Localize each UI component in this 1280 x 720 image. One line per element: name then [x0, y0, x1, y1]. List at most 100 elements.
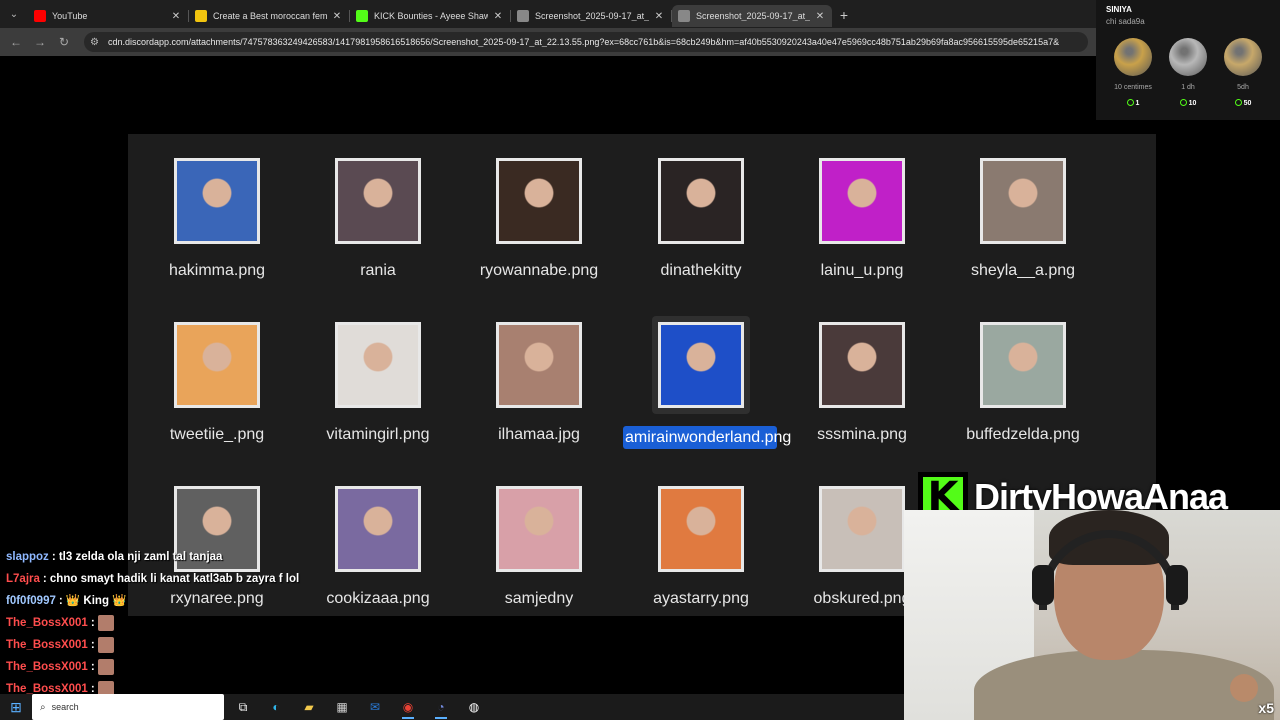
- globe-icon: [678, 10, 690, 22]
- file-thumbnail[interactable]: [819, 158, 905, 244]
- chrome-icon[interactable]: ◉: [394, 694, 422, 720]
- file-name[interactable]: buffedzelda.png: [943, 426, 1103, 444]
- file-thumbnail[interactable]: [496, 486, 582, 572]
- file-name[interactable]: ilhamaa.jpg: [459, 426, 619, 444]
- file-explorer-icon[interactable]: ▰: [295, 694, 323, 720]
- headset-right-ear: [1166, 565, 1188, 605]
- browser-tab[interactable]: KICK Bounties - Ayeee Shawty ✕: [350, 5, 510, 27]
- file-thumbnail[interactable]: [335, 322, 421, 408]
- file-thumbnail[interactable]: [658, 158, 744, 244]
- profile-photo: [177, 325, 257, 405]
- file-name[interactable]: tweetiie_.png: [137, 426, 297, 444]
- tab-title: Screenshot_2025-09-17_at_22.1: [696, 11, 810, 21]
- tab-title: YouTube: [52, 11, 88, 21]
- close-tab-icon[interactable]: ✕: [492, 11, 504, 22]
- file-thumbnail[interactable]: [819, 322, 905, 408]
- chat-emote-icon: [97, 615, 114, 631]
- profile-photo: [338, 325, 418, 405]
- coin-icon: [1169, 38, 1207, 76]
- chat-username[interactable]: slappoz: [6, 548, 49, 566]
- edge-icon[interactable]: ◐: [262, 694, 290, 720]
- file-thumbnail[interactable]: [174, 158, 260, 244]
- chat-username[interactable]: The_BossX001: [6, 636, 88, 654]
- new-tab-icon[interactable]: +: [832, 7, 856, 23]
- file-thumbnail[interactable]: [496, 158, 582, 244]
- browser-tab[interactable]: YouTube ✕: [28, 5, 188, 27]
- browser-tab[interactable]: Screenshot_2025-09-17_at_22.1 ✕: [672, 5, 832, 27]
- file-name[interactable]: amirainwonderland.png: [623, 426, 791, 449]
- chat-text: :: [90, 661, 95, 673]
- browser-tab[interactable]: Create a Best moroccan female ✕: [189, 5, 349, 27]
- close-tab-icon[interactable]: ✕: [331, 11, 343, 22]
- chat-username[interactable]: The_BossX001: [6, 658, 88, 676]
- file-thumbnail[interactable]: [335, 486, 421, 572]
- close-tab-icon[interactable]: ✕: [814, 11, 826, 22]
- back-icon[interactable]: ←: [4, 35, 28, 49]
- file-thumbnail[interactable]: [658, 486, 744, 572]
- file-name[interactable]: rania: [298, 262, 458, 280]
- headset-left-ear: [1032, 565, 1054, 605]
- chat-message: slappoz: tl3 zelda ola nji zaml tal tanj…: [0, 546, 330, 568]
- coin-count: 1: [1105, 99, 1161, 107]
- coin-icon: [1114, 38, 1152, 76]
- file-name[interactable]: samjedny: [459, 590, 619, 608]
- file-name[interactable]: sheyla__a.png: [943, 262, 1103, 280]
- forward-icon[interactable]: →: [28, 35, 52, 49]
- file-name[interactable]: ryowannabe.png: [459, 262, 619, 280]
- file-thumbnail[interactable]: [174, 322, 260, 408]
- coin-label: 5dh: [1237, 84, 1249, 91]
- file-thumbnail[interactable]: [658, 322, 744, 408]
- store-icon[interactable]: ▦: [328, 694, 356, 720]
- chat-overlay: slappoz: tl3 zelda ola nji zaml tal tanj…: [0, 546, 330, 700]
- file-name[interactable]: lainu_u.png: [782, 262, 942, 280]
- chat-emote-icon: [97, 637, 114, 653]
- chat-message: L7ajra: chno smayt hadik li kanat katl3a…: [0, 568, 330, 590]
- close-tab-icon[interactable]: ✕: [653, 11, 665, 22]
- reload-icon[interactable]: ↻: [52, 35, 76, 49]
- browser-tab[interactable]: Screenshot_2025-09-17_at_22.1 ✕: [511, 5, 671, 27]
- file-thumbnail[interactable]: [496, 322, 582, 408]
- file-name[interactable]: vitamingirl.png: [298, 426, 458, 444]
- obs-icon[interactable]: ◍: [460, 694, 488, 720]
- outlook-icon[interactable]: ✉: [361, 694, 389, 720]
- taskbar-search-input[interactable]: ⌕ search: [32, 694, 224, 720]
- file-name[interactable]: dinathekitty: [621, 262, 781, 280]
- url-field[interactable]: ⚙ cdn.discordapp.com/attachments/7475783…: [84, 32, 1088, 52]
- file-name[interactable]: sssmina.png: [782, 426, 942, 444]
- discord-icon[interactable]: ◔: [427, 694, 455, 720]
- file-name[interactable]: hakimma.png: [137, 262, 297, 280]
- chat-text: : 👑 King 👑: [58, 595, 127, 607]
- coin-count-value: 50: [1243, 100, 1252, 107]
- site-info-icon[interactable]: ⚙: [90, 37, 104, 48]
- coin-count: 10: [1160, 99, 1216, 107]
- tab-title: Create a Best moroccan female: [213, 11, 327, 21]
- chat-text: : chno smayt hadik li kanat katl3ab b za…: [42, 573, 300, 585]
- profile-photo: [661, 489, 741, 569]
- windows-start-icon[interactable]: ⊞: [0, 694, 32, 720]
- file-name[interactable]: ayastarry.png: [621, 590, 781, 608]
- tab-bar: ⌄ YouTube ✕ Create a Best moroccan female ✕…: [0, 0, 1280, 28]
- chat-username[interactable]: The_BossX001: [6, 614, 88, 632]
- close-tab-icon[interactable]: ✕: [170, 11, 182, 22]
- chat-text: :: [90, 639, 95, 651]
- file-thumbnail[interactable]: [980, 158, 1066, 244]
- file-thumbnail[interactable]: [819, 486, 905, 572]
- file-thumbnail[interactable]: [335, 158, 421, 244]
- profile-photo: [177, 161, 257, 241]
- coin-alert-widget: SINIYA chi sada9a 10 centimes 1 1 dh 10 5dh 5…: [1096, 0, 1280, 120]
- chat-message: The_BossX001:: [0, 612, 330, 634]
- emote-icon: [1230, 674, 1258, 702]
- chat-username[interactable]: L7ajra: [6, 570, 40, 588]
- file-thumbnail[interactable]: [980, 322, 1066, 408]
- multiplier-badge: x5: [1258, 700, 1274, 716]
- chat-username[interactable]: f0f0f0997: [6, 592, 56, 610]
- profile-photo: [822, 161, 902, 241]
- tab-search-icon[interactable]: ⌄: [0, 0, 28, 28]
- tab-title: Screenshot_2025-09-17_at_22.1: [535, 11, 649, 21]
- coin-count: 50: [1215, 99, 1271, 107]
- profile-photo: [661, 325, 741, 405]
- kick-icon: [356, 10, 368, 22]
- kick-coin-icon: [1179, 99, 1187, 106]
- task-view-icon[interactable]: ⧉: [229, 694, 257, 720]
- donor-message: chi sada9a: [1106, 17, 1145, 26]
